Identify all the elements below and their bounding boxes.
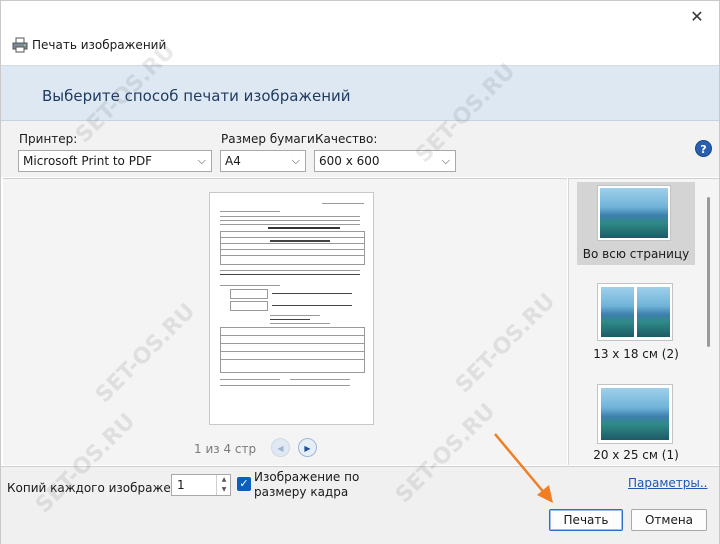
annotation-arrow-icon [494, 433, 553, 503]
print-pictures-dialog: ✕ Печать изображений Выберите способ печ… [0, 0, 720, 544]
